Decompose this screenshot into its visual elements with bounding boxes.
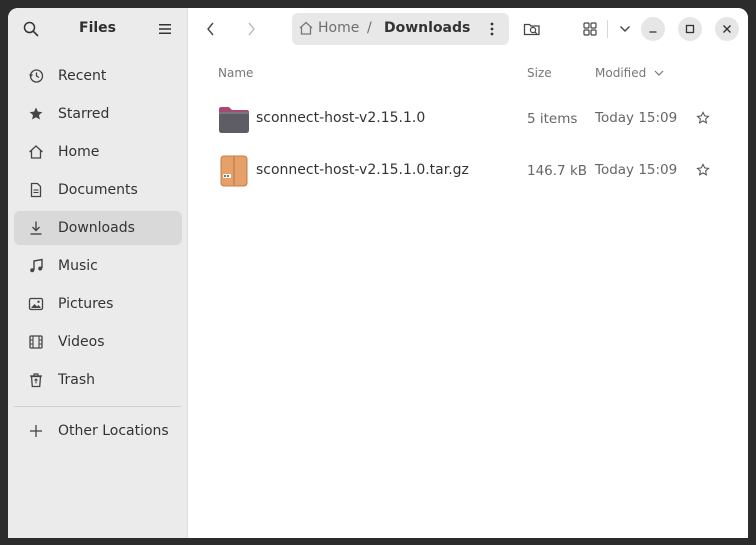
- search-folder-button[interactable]: [519, 16, 545, 42]
- maximize-button[interactable]: [678, 17, 702, 41]
- column-header-modified-label: Modified: [595, 66, 647, 80]
- sidebar: Files Recent Starred Home Documents Down…: [8, 8, 188, 538]
- breadcrumb-current[interactable]: Downloads: [384, 20, 470, 36]
- sidebar-item-other-locations[interactable]: Other Locations: [14, 414, 182, 448]
- sort-descending-icon: [654, 70, 664, 76]
- star-outline-icon: [696, 111, 710, 124]
- folder-icon: [218, 103, 250, 135]
- sidebar-item-documents[interactable]: Documents: [14, 173, 182, 207]
- minimize-icon: [649, 31, 657, 33]
- sidebar-item-home[interactable]: Home: [14, 135, 182, 169]
- minimize-button[interactable]: [641, 17, 665, 41]
- sidebar-item-videos[interactable]: Videos: [14, 325, 182, 359]
- download-icon: [28, 220, 44, 236]
- star-toggle[interactable]: [694, 161, 712, 179]
- sidebar-item-starred[interactable]: Starred: [14, 97, 182, 131]
- star-icon: [28, 106, 44, 122]
- file-modified: Today 15:09: [595, 162, 678, 178]
- music-note-icon: [28, 258, 44, 274]
- view-button-divider: [607, 20, 608, 38]
- header-bar: Home / Downloads: [188, 8, 748, 50]
- sidebar-header: Files: [8, 8, 187, 50]
- home-icon: [28, 144, 44, 160]
- star-toggle[interactable]: [694, 109, 712, 127]
- chevron-down-icon: [620, 26, 630, 32]
- hamburger-menu-icon: [159, 24, 171, 34]
- back-button[interactable]: [198, 16, 224, 42]
- sidebar-item-label: Trash: [58, 372, 95, 388]
- clock-icon: [28, 68, 44, 84]
- breadcrumb-separator: /: [367, 20, 372, 36]
- vertical-ellipsis-icon: [490, 22, 494, 36]
- chevron-right-icon: [248, 22, 255, 36]
- file-row[interactable]: sconnect-host-v2.15.1.0 5 items Today 15…: [208, 94, 728, 144]
- sidebar-divider: [14, 406, 181, 407]
- close-icon: [723, 25, 731, 33]
- breadcrumb-home[interactable]: Home: [298, 20, 359, 36]
- sidebar-item-label: Videos: [58, 334, 105, 350]
- file-size: 5 items: [527, 111, 578, 127]
- forward-button[interactable]: [238, 16, 264, 42]
- picture-icon: [28, 296, 44, 312]
- sidebar-item-downloads[interactable]: Downloads: [14, 211, 182, 245]
- view-options-button[interactable]: [612, 16, 638, 42]
- sidebar-item-label: Documents: [58, 182, 138, 198]
- star-outline-icon: [696, 163, 710, 176]
- sidebar-item-label: Downloads: [58, 220, 135, 236]
- breadcrumb-home-label: Home: [318, 20, 360, 36]
- file-name: sconnect-host-v2.15.1.0.tar.gz: [256, 162, 469, 178]
- main-menu-button[interactable]: [152, 16, 178, 42]
- view-mode-button[interactable]: [577, 16, 603, 42]
- chevron-left-icon: [207, 22, 214, 36]
- maximize-icon: [685, 24, 695, 34]
- sidebar-item-label: Home: [58, 144, 100, 160]
- pathbar: Home / Downloads: [292, 13, 509, 45]
- file-name: sconnect-host-v2.15.1.0: [256, 110, 426, 126]
- files-window: Files Recent Starred Home Documents Down…: [8, 8, 748, 538]
- film-icon: [28, 334, 44, 350]
- file-row[interactable]: sconnect-host-v2.15.1.0.tar.gz 146.7 kB …: [208, 146, 728, 196]
- home-icon: [299, 21, 313, 35]
- folder-menu-button[interactable]: [481, 17, 503, 41]
- sidebar-item-label: Pictures: [58, 296, 114, 312]
- sidebar-item-label: Starred: [58, 106, 110, 122]
- sidebar-item-label: Other Locations: [58, 423, 169, 439]
- sidebar-item-trash[interactable]: Trash: [14, 363, 182, 397]
- column-header-modified[interactable]: Modified: [595, 66, 664, 80]
- sidebar-item-label: Recent: [58, 68, 107, 84]
- grid-view-icon: [583, 22, 597, 36]
- sidebar-item-recent[interactable]: Recent: [14, 59, 182, 93]
- close-button[interactable]: [715, 17, 739, 41]
- folder-search-icon: [523, 23, 540, 36]
- main-content: Home / Downloads Name Size Modified scon…: [188, 8, 748, 538]
- file-modified: Today 15:09: [595, 110, 678, 126]
- document-icon: [28, 182, 44, 198]
- column-header-size[interactable]: Size: [527, 66, 552, 80]
- column-header-name[interactable]: Name: [218, 66, 253, 80]
- file-size: 146.7 kB: [527, 163, 588, 179]
- archive-icon: [218, 155, 250, 187]
- sidebar-item-label: Music: [58, 258, 98, 274]
- plus-icon: [28, 423, 44, 439]
- sidebar-item-music[interactable]: Music: [14, 249, 182, 283]
- sidebar-item-pictures[interactable]: Pictures: [14, 287, 182, 321]
- trash-icon: [28, 372, 44, 388]
